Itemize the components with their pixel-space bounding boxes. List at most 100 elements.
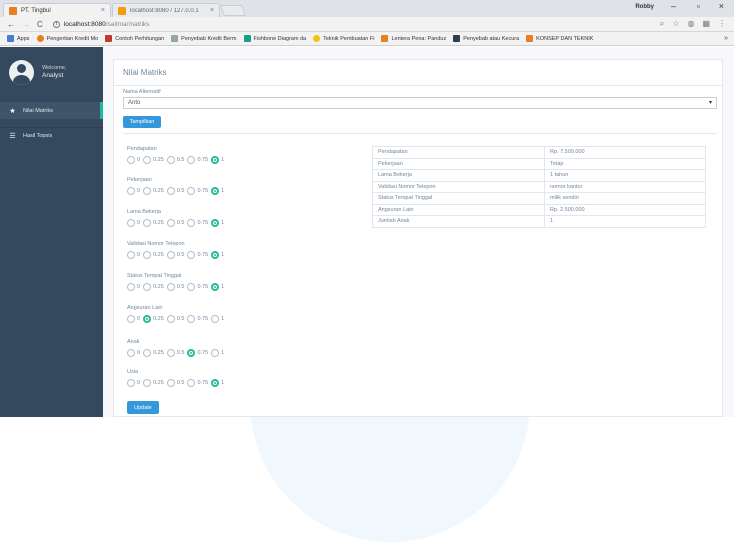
radio-button[interactable] <box>143 283 152 291</box>
sidebar-item-nilai-matriks[interactable]: ★ Nilai Matriks <box>0 102 103 119</box>
radio-option[interactable]: 0.75 <box>187 219 208 227</box>
show-button[interactable]: Tampilkan <box>123 116 161 128</box>
alternative-select[interactable]: Anto ▾ <box>123 97 717 109</box>
radio-button[interactable] <box>166 283 175 291</box>
radio-option[interactable]: 0.75 <box>187 187 208 195</box>
radio-button[interactable] <box>211 187 220 195</box>
bookmark-item[interactable]: Lentera Pena: Panduz <box>381 35 446 42</box>
back-arrow-icon[interactable]: ← <box>7 20 15 29</box>
radio-option[interactable]: 0 <box>127 349 140 357</box>
radio-button[interactable] <box>143 379 152 387</box>
forward-arrow-icon[interactable]: → <box>22 20 30 29</box>
more-bookmarks-icon[interactable]: » <box>724 35 728 42</box>
bookmark-item[interactable]: Pengertian Kredit Mo <box>36 35 98 42</box>
radio-button[interactable] <box>127 219 135 227</box>
radio-option[interactable]: 1 <box>211 315 224 323</box>
bookmark-item[interactable]: KONSEP DAN TEKNIK <box>526 35 593 42</box>
radio-button[interactable] <box>143 156 152 164</box>
bookmark-item[interactable]: Contoh Perhitungan <box>105 35 164 42</box>
radio-button[interactable] <box>187 187 196 195</box>
radio-button[interactable] <box>166 349 175 357</box>
radio-option[interactable]: 0.5 <box>166 379 184 387</box>
radio-option[interactable]: 0.75 <box>187 349 208 357</box>
radio-option[interactable]: 0.5 <box>166 187 184 195</box>
radio-button[interactable] <box>143 251 152 259</box>
close-window-icon[interactable]: × <box>719 1 724 11</box>
radio-button[interactable] <box>187 219 196 227</box>
radio-option[interactable]: 0.25 <box>143 283 164 291</box>
radio-option[interactable]: 0.5 <box>166 349 184 357</box>
radio-button[interactable] <box>187 379 196 387</box>
radio-option[interactable]: 0.75 <box>187 315 208 323</box>
radio-button[interactable] <box>127 349 135 357</box>
radio-button[interactable] <box>211 251 220 259</box>
radio-option[interactable]: 0 <box>127 379 140 387</box>
radio-button[interactable] <box>127 379 135 387</box>
radio-option[interactable]: 0.75 <box>187 379 208 387</box>
radio-button[interactable] <box>187 156 196 164</box>
radio-option[interactable]: 1 <box>211 283 224 291</box>
radio-button[interactable] <box>143 349 152 357</box>
bookmark-item[interactable]: Teknik Pembuatan Fi <box>313 35 374 42</box>
radio-option[interactable]: 1 <box>211 251 224 259</box>
radio-option[interactable]: 0.5 <box>166 283 184 291</box>
radio-option[interactable]: 0 <box>127 251 140 259</box>
radio-button[interactable] <box>211 219 220 227</box>
radio-button[interactable] <box>143 315 152 323</box>
radio-button[interactable] <box>166 187 175 195</box>
radio-option[interactable]: 0.25 <box>143 251 164 259</box>
radio-button[interactable] <box>187 251 196 259</box>
bookmark-item[interactable]: Fishbone Diagram da <box>243 35 306 42</box>
radio-button[interactable] <box>211 315 220 323</box>
radio-button[interactable] <box>166 315 175 323</box>
radio-button[interactable] <box>166 219 175 227</box>
bookmark-item[interactable]: Penyebab Kredit Berm <box>171 35 237 42</box>
sidebar-item-hasil-topsis[interactable]: ☰ Hasil Topsis <box>0 127 103 144</box>
radio-option[interactable]: 0 <box>127 283 140 291</box>
radio-option[interactable]: 0.25 <box>143 187 164 195</box>
radio-button[interactable] <box>211 283 220 291</box>
radio-option[interactable]: 1 <box>211 379 224 387</box>
browser-tab-inactive[interactable]: localhost:8080 / 127.0.0.1 × <box>112 3 220 17</box>
radio-button[interactable] <box>211 379 220 387</box>
zoom-search-icon[interactable]: ⌕ <box>660 19 664 29</box>
new-tab-button[interactable] <box>219 5 247 16</box>
radio-button[interactable] <box>166 251 175 259</box>
reload-icon[interactable]: C <box>37 20 43 29</box>
info-icon[interactable]: i <box>52 20 60 28</box>
radio-option[interactable]: 0 <box>127 156 140 164</box>
radio-button[interactable] <box>166 156 175 164</box>
radio-option[interactable]: 0.5 <box>166 251 184 259</box>
maximize-icon[interactable]: ▫ <box>697 1 700 11</box>
radio-option[interactable]: 0.5 <box>166 156 184 164</box>
radio-option[interactable]: 0 <box>127 187 140 195</box>
radio-option[interactable]: 0 <box>127 219 140 227</box>
radio-option[interactable]: 1 <box>211 219 224 227</box>
radio-option[interactable]: 0.5 <box>166 315 184 323</box>
url-field[interactable]: i localhost:8080/saitma/matriks <box>52 20 149 28</box>
radio-option[interactable]: 0.25 <box>143 156 164 164</box>
extension-icon[interactable]: ◍ <box>687 19 694 29</box>
bookmark-apps[interactable]: Apps <box>7 35 30 42</box>
radio-option[interactable]: 1 <box>211 187 224 195</box>
bookmark-star-icon[interactable]: ☆ <box>672 19 679 29</box>
radio-option[interactable]: 0.25 <box>143 219 164 227</box>
radio-button[interactable] <box>187 283 196 291</box>
radio-option[interactable]: 0.25 <box>143 315 164 323</box>
radio-option[interactable]: 1 <box>211 349 224 357</box>
radio-button[interactable] <box>211 156 220 164</box>
radio-button[interactable] <box>127 251 135 259</box>
update-button[interactable]: Update <box>127 401 159 414</box>
radio-button[interactable] <box>127 315 135 323</box>
radio-option[interactable]: 0.75 <box>187 283 208 291</box>
radio-option[interactable]: 0.75 <box>187 156 208 164</box>
radio-button[interactable] <box>143 219 152 227</box>
menu-icon[interactable]: ⋮ <box>718 19 726 29</box>
radio-button[interactable] <box>143 187 152 195</box>
radio-button[interactable] <box>127 156 135 164</box>
radio-option[interactable]: 0.25 <box>143 349 164 357</box>
browser-tab-active[interactable]: PT. Tingbul × <box>3 3 111 17</box>
extension-grid-icon[interactable]: ▦ <box>702 19 710 29</box>
radio-option[interactable]: 0.5 <box>166 219 184 227</box>
bookmark-item[interactable]: Penyebab atau Kecura <box>453 35 519 42</box>
